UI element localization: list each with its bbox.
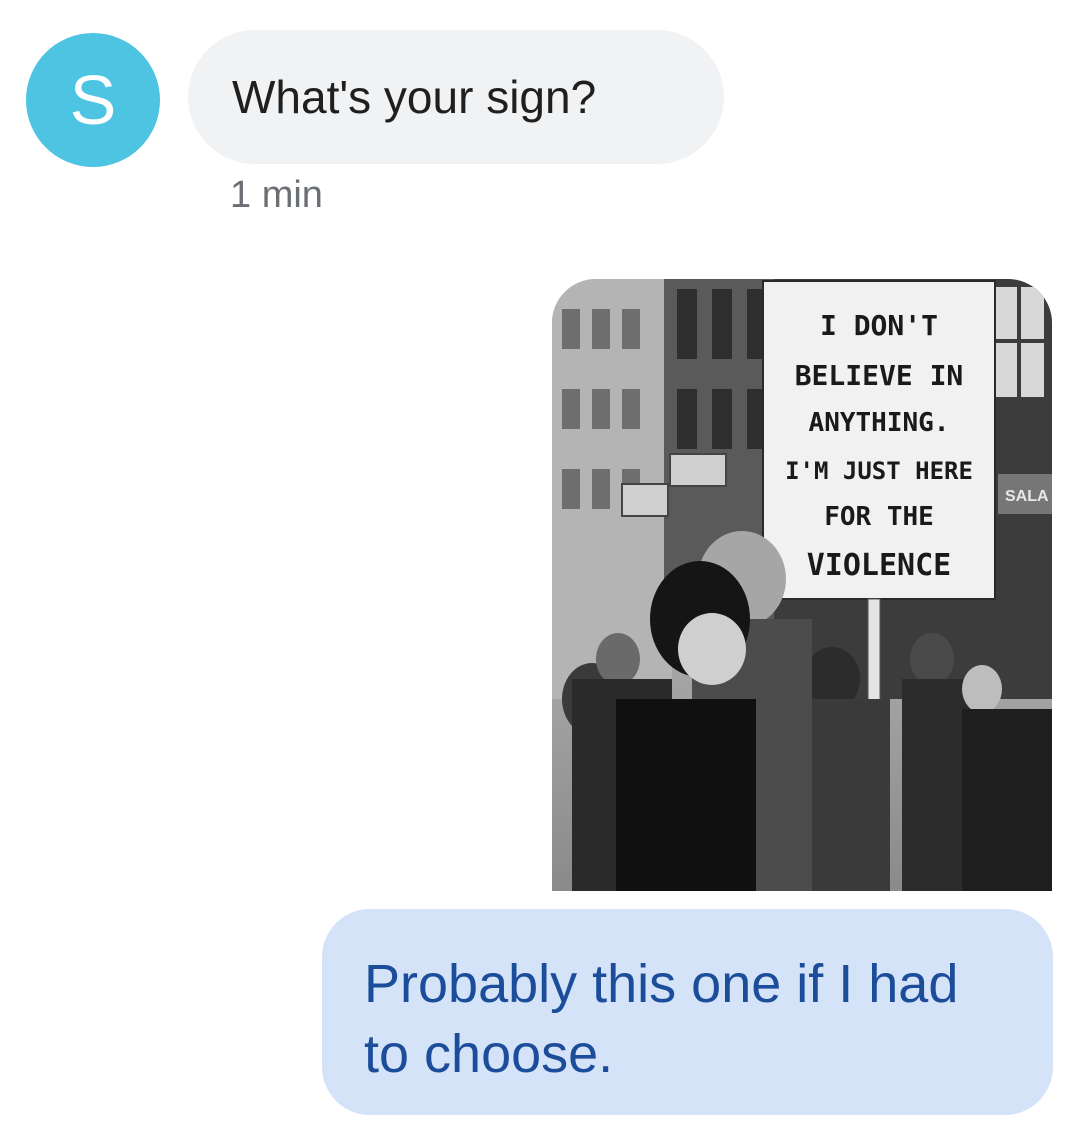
outgoing-message-text: Probably this one if I had to choose. (364, 954, 959, 1084)
protest-photo-illustration: SALA I DON'T BELIEVE IN ANYTHING. I'M JU… (552, 279, 1052, 891)
sign-line-2: BELIEVE IN (795, 359, 964, 392)
incoming-message-text: What's your sign? (232, 71, 597, 123)
sign-line-1: I DON'T (820, 309, 938, 342)
outgoing-message-bubble[interactable]: Probably this one if I had to choose. (322, 909, 1053, 1115)
message-timestamp: 1 min (230, 174, 323, 216)
sign-line-5: FOR THE (824, 502, 934, 532)
storefront-sign: SALA (1005, 488, 1049, 505)
sign-line-4: I'M JUST HERE (785, 457, 973, 485)
contact-avatar[interactable]: S (26, 33, 160, 167)
sign-line-6: VIOLENCE (807, 548, 952, 583)
sign-line-3: ANYTHING. (809, 408, 950, 438)
shared-photo[interactable]: SALA I DON'T BELIEVE IN ANYTHING. I'M JU… (552, 279, 1052, 891)
incoming-message-bubble[interactable]: What's your sign? (188, 30, 724, 164)
avatar-letter: S (69, 61, 117, 139)
